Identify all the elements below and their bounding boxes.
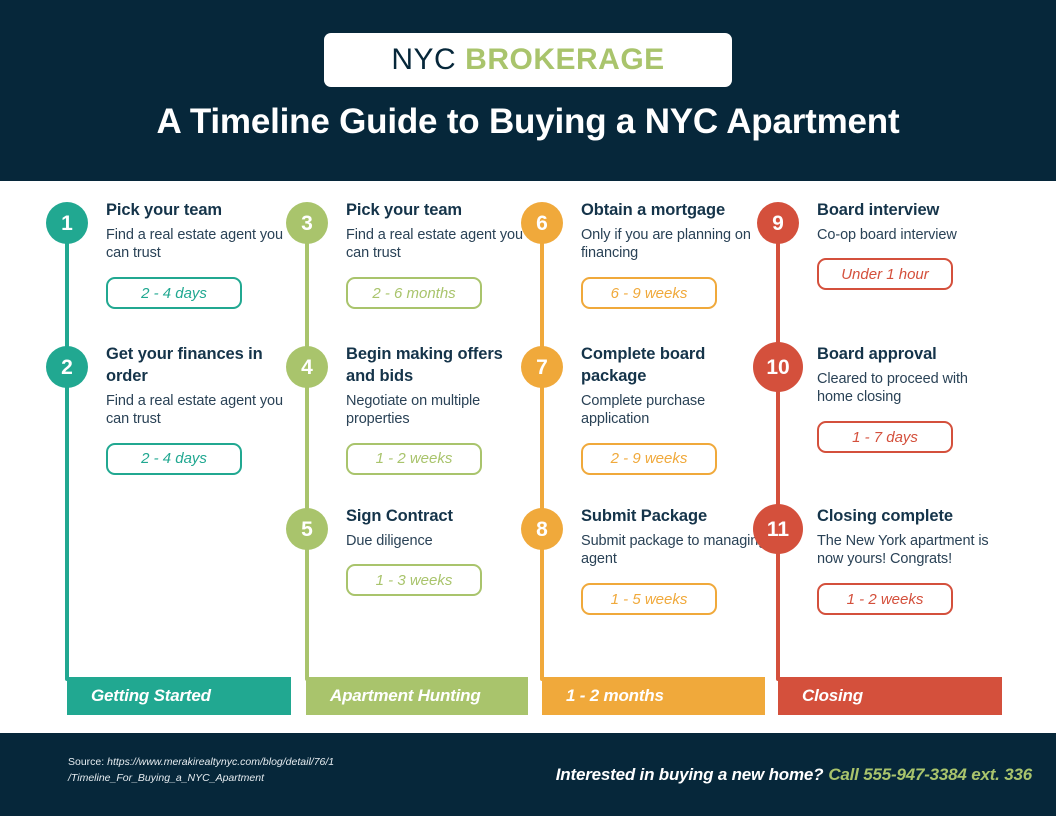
step-title: Get your finances in order <box>106 345 263 385</box>
phase-bar-2: Apartment Hunting <box>306 677 528 715</box>
phase-bar-4: Closing <box>778 677 1002 715</box>
timeline-spine <box>540 203 544 681</box>
step-description: Due diligence <box>346 532 433 549</box>
step-title: Pick your team <box>106 201 222 219</box>
timeline-column-1: 1 Pick your team Find a real estate agent … <box>46 181 296 733</box>
step-body: Board interview Co-op board interview Unde… <box>817 200 1007 291</box>
source-url[interactable]: https://www.merakirealtynyc.com/blog/det… <box>68 756 334 784</box>
step-title: Complete board package <box>581 345 706 385</box>
source-label: Source: <box>68 756 108 768</box>
step-description: Find a real estate agent you can trust <box>106 392 283 428</box>
step-number-badge: 7 <box>521 346 563 388</box>
brand-logo: NYC BROKERAGE <box>324 33 732 87</box>
step-number-badge: 11 <box>753 504 803 554</box>
step-number-badge: 1 <box>46 202 88 244</box>
logo-primary: NYC <box>391 43 457 76</box>
step-title: Submit Package <box>581 507 708 525</box>
phase-bar-1: Getting Started <box>67 677 291 715</box>
timeline-column-4: 9 Board interview Co-op board interview Und… <box>753 181 1007 733</box>
step-number-badge: 3 <box>286 202 328 244</box>
step-body: Begin making offers and bids Negotiate on… <box>346 344 536 475</box>
step-title: Obtain a mortgage <box>581 201 726 219</box>
timeline-spine <box>305 203 309 681</box>
step-number-badge: 9 <box>757 202 799 244</box>
phase-bar-3: 1 - 2 months <box>542 677 765 715</box>
step-number-badge: 2 <box>46 346 88 388</box>
step-body: Sign Contract Due diligence 1 - 3 weeks <box>346 506 536 597</box>
step-description: Submit package to managing agent <box>581 532 767 568</box>
step-description: Find a real estate agent you can trust <box>106 226 283 262</box>
header-band: NYC BROKERAGE A Timeline Guide to Buying … <box>0 0 1056 181</box>
timeline-board: 1 Pick your team Find a real estate agent … <box>0 181 1056 733</box>
step-description: Cleared to proceed with home closing <box>817 370 968 406</box>
step-duration-pill: Under 1 hour <box>817 258 953 291</box>
step-duration-pill: 6 - 9 weeks <box>581 277 717 310</box>
step-description: Find a real estate agent you can trust <box>346 226 523 262</box>
step-title: Closing complete <box>817 507 953 525</box>
step-duration-pill: 1 - 2 weeks <box>817 583 953 616</box>
step-body: Complete board package Complete purchase … <box>581 344 771 475</box>
step-duration-pill: 1 - 5 weeks <box>581 583 717 616</box>
timeline-spine <box>65 203 69 681</box>
step-title: Pick your team <box>346 201 462 219</box>
step-duration-pill: 1 - 7 days <box>817 421 953 454</box>
step-number-badge: 10 <box>753 342 803 392</box>
step-description: Co-op board interview <box>817 226 957 243</box>
step-duration-pill: 2 - 6 months <box>346 277 482 310</box>
step-number-badge: 5 <box>286 508 328 550</box>
step-duration-pill: 1 - 2 weeks <box>346 442 482 475</box>
step-description: Complete purchase application <box>581 392 706 428</box>
cta-block: Interested in buying a new home? Call 555… <box>556 765 1032 785</box>
step-duration-pill: 2 - 4 days <box>106 277 242 310</box>
cta-phone[interactable]: Call 555-947-3384 ext. 336 <box>828 765 1032 784</box>
step-duration-pill: 2 - 9 weeks <box>581 442 717 475</box>
step-body: Obtain a mortgage Only if you are plannin… <box>581 200 771 310</box>
step-title: Sign Contract <box>346 507 453 525</box>
step-title: Board interview <box>817 201 940 219</box>
source-citation: Source: https://www.merakirealtynyc.com/… <box>68 755 488 786</box>
step-duration-pill: 2 - 4 days <box>106 442 242 475</box>
step-description: Only if you are planning on financing <box>581 226 751 262</box>
logo-text: NYC BROKERAGE <box>391 43 664 77</box>
logo-secondary: BROKERAGE <box>465 43 665 76</box>
timeline-column-3: 6 Obtain a mortgage Only if you are planni… <box>521 181 771 733</box>
timeline-column-2: 3 Pick your team Find a real estate agent … <box>286 181 536 733</box>
step-description: The New York apartment is now yours! Con… <box>817 532 989 568</box>
step-title: Board approval <box>817 345 937 363</box>
step-number-badge: 6 <box>521 202 563 244</box>
step-duration-pill: 1 - 3 weeks <box>346 564 482 597</box>
step-body: Closing complete The New York apartment i… <box>817 506 1007 616</box>
step-body: Submit Package Submit package to managing… <box>581 506 771 616</box>
step-number-badge: 8 <box>521 508 563 550</box>
step-number-badge: 4 <box>286 346 328 388</box>
step-body: Pick your team Find a real estate agent y… <box>346 200 536 310</box>
page-title: A Timeline Guide to Buying a NYC Apartme… <box>156 102 900 141</box>
footer-band: Source: https://www.merakirealtynyc.com/… <box>0 733 1056 816</box>
timeline-spine <box>776 203 780 681</box>
step-description: Negotiate on multiple properties <box>346 392 481 428</box>
step-body: Pick your team Find a real estate agent y… <box>106 200 296 310</box>
step-title: Begin making offers and bids <box>346 345 503 385</box>
step-body: Get your finances in order Find a real es… <box>106 344 296 475</box>
cta-question: Interested in buying a new home? <box>555 765 824 784</box>
step-body: Board approval Cleared to proceed with ho… <box>817 344 1007 454</box>
infographic-page: NYC BROKERAGE A Timeline Guide to Buying … <box>0 0 1056 816</box>
